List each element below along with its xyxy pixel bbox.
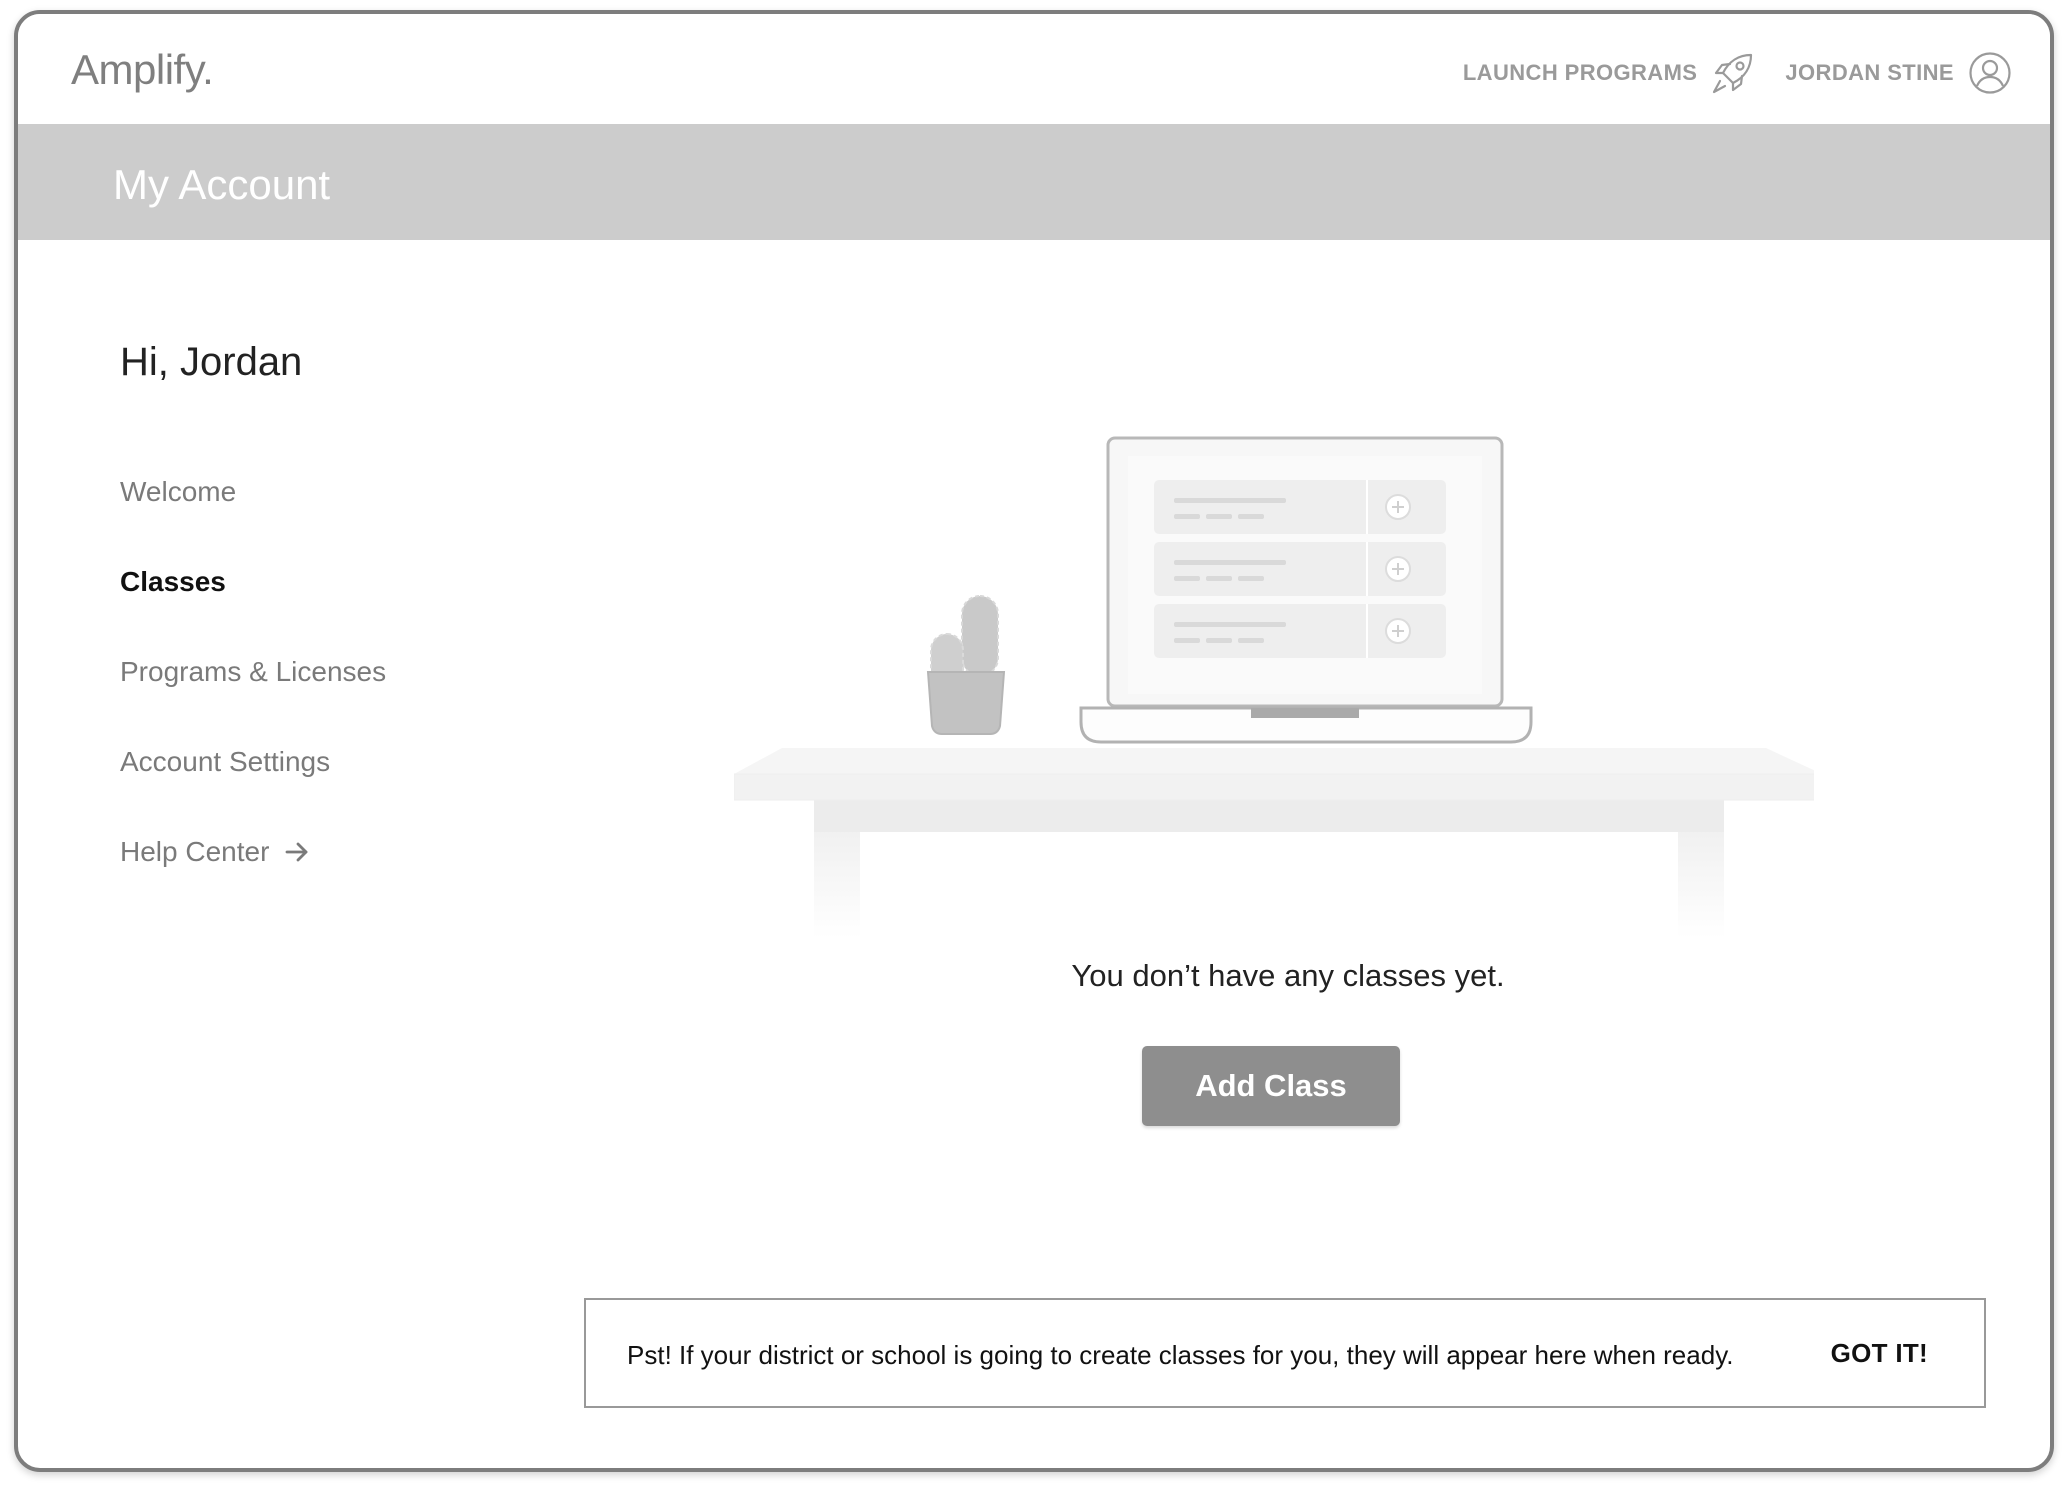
sidebar-item-label: Help Center <box>120 836 270 867</box>
sidebar-nav: Welcome Classes Programs & Licenses Acco… <box>120 476 386 926</box>
page-banner: My Account <box>18 124 2050 240</box>
got-it-button[interactable]: GOT IT! <box>1831 1338 1928 1369</box>
add-class-button[interactable]: Add Class <box>1142 1046 1400 1126</box>
user-menu[interactable]: JORDAN STINE <box>1785 51 2012 95</box>
greeting: Hi, Jordan <box>120 340 303 384</box>
rocket-icon <box>1711 51 1755 95</box>
sidebar-item-classes[interactable]: Classes <box>120 566 386 656</box>
notice-text: Pst! If your district or school is going… <box>627 1340 1734 1370</box>
desk-edge <box>734 773 1814 801</box>
app-window: Amplify. LAUNCH PROGRAMS JORDAN STINE My… <box>14 10 2054 1472</box>
top-navigation-bar: Amplify. LAUNCH PROGRAMS JORDAN STINE <box>18 14 2050 124</box>
desk-apron <box>814 798 1724 832</box>
user-circle-icon <box>1968 51 2012 95</box>
header-actions: LAUNCH PROGRAMS JORDAN STINE <box>1463 48 2012 98</box>
amplify-logo[interactable]: Amplify. <box>71 46 214 94</box>
sidebar-item-programs-licenses[interactable]: Programs & Licenses <box>120 656 386 746</box>
empty-classes-illustration <box>734 436 1814 938</box>
sidebar-item-help-center[interactable]: Help Center <box>120 836 386 926</box>
laptop <box>1079 436 1533 744</box>
desk-surface <box>734 748 1814 774</box>
sidebar-item-welcome[interactable]: Welcome <box>120 476 386 566</box>
sidebar-item-label: Welcome <box>120 476 237 507</box>
sidebar-item-account-settings[interactable]: Account Settings <box>120 746 386 836</box>
launch-programs-label: LAUNCH PROGRAMS <box>1462 60 1698 85</box>
sidebar-item-label: Classes <box>120 566 226 597</box>
user-name: JORDAN STINE <box>1785 60 1954 85</box>
sidebar-item-label: Programs & Licenses <box>120 656 387 687</box>
cactus-plant <box>926 595 1006 735</box>
info-notice: Pst! If your district or school is going… <box>584 1298 1986 1408</box>
empty-state-message: You don’t have any classes yet. <box>1071 958 1505 993</box>
laptop-screen-list <box>1154 480 1446 658</box>
launch-programs-link[interactable]: LAUNCH PROGRAMS <box>1463 51 1756 95</box>
page-title: My Account <box>113 161 331 208</box>
sidebar-item-label: Account Settings <box>120 746 331 777</box>
arrow-right-icon <box>283 838 311 866</box>
